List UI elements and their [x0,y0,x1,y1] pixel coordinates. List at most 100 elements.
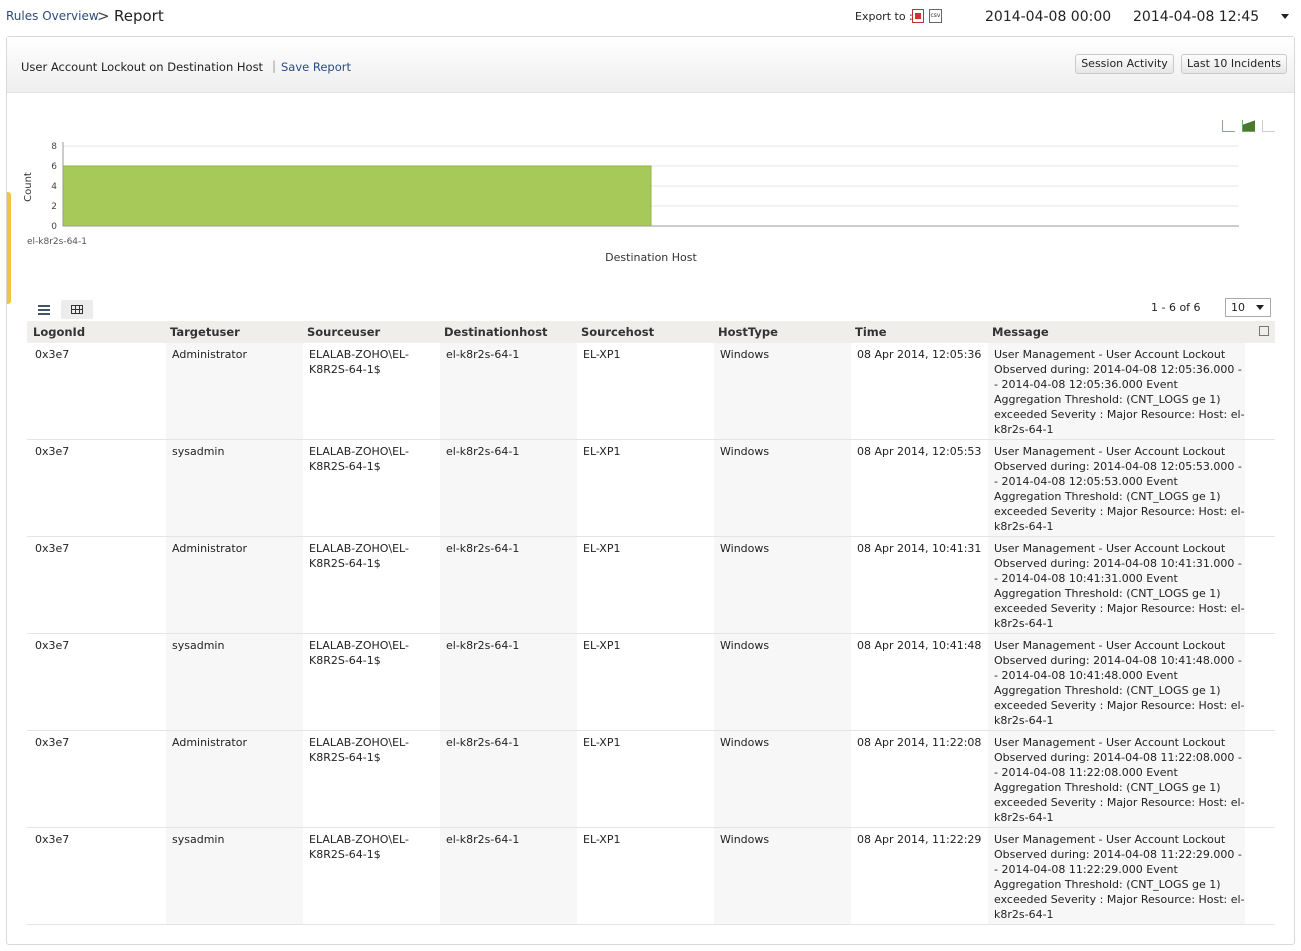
breadcrumb-separator: > [97,7,110,25]
pagination-info: 1 - 6 of 6 [1151,301,1201,314]
grid-view-icon[interactable] [61,300,93,319]
report-panel: User Account Lockout on Destination Host… [6,36,1295,945]
results-table: LogonId Targetuser Sourceuser Destinationho… [27,321,1275,925]
top-bar: Rules Overview > Report Export to : csv … [0,0,1301,36]
cell-line: Observed during: 2014-04-08 10:41:48.000… [994,654,1242,667]
pdf-icon[interactable] [912,9,924,23]
cell-line: User Management - User Account Lockout [994,348,1226,361]
bar-chart-icon[interactable] [1262,120,1275,132]
list-view-icon[interactable] [36,302,54,318]
page-size-select[interactable]: 10 [1225,298,1271,317]
cell-line: ELALAB-ZOHO\EL- [309,736,409,749]
chart-category-label: el-k8r2s-64-1 [27,237,87,247]
cell-line: Observed during: 2014-04-08 11:22:29.000… [994,848,1242,861]
cell-sourcehost: EL-XP1 [583,833,621,846]
table-row[interactable]: 0x3e7 Administrator ELALAB-ZOHO\EL- K8R2S-6… [27,537,1275,634]
cell-sourcehost: EL-XP1 [583,736,621,749]
chart-y-ticks: 0 2 4 6 8 [51,142,57,232]
cell-destinationhost: el-k8r2s-64-1 [446,348,520,361]
cell-line: Observed during: 2014-04-08 11:22:08.000… [994,751,1242,764]
column-header-sourcehost[interactable]: Sourcehost [581,325,654,339]
csv-icon[interactable]: csv [929,9,942,23]
cell-targetuser: Administrator [172,542,247,555]
cell-line: User Management - User Account Lockout [994,736,1226,749]
cell-line: K8R2S-64-1$ [309,751,381,764]
column-header-time[interactable]: Time [855,325,887,339]
report-header: User Account Lockout on Destination Host… [7,37,1294,93]
column-header-targetuser[interactable]: Targetuser [170,325,240,339]
table-row[interactable]: 0x3e7 sysadmin ELALAB-ZOHO\EL- K8R2S-64-1$ e… [27,440,1275,537]
table-row[interactable]: 0x3e7 Administrator ELALAB-ZOHO\EL- K8R2S-6… [27,731,1275,828]
cell-line: K8R2S-64-1$ [309,363,381,376]
cell-line: Aggregation Threshold: (CNT_LOGS ge 1) [994,781,1221,794]
last-10-incidents-button[interactable]: Last 10 Incidents [1181,54,1287,74]
cell-line: ELALAB-ZOHO\EL- [309,348,409,361]
cell-line: User Management - User Account Lockout [994,833,1226,846]
cell-targetuser: sysadmin [172,639,225,652]
cell-line: exceeded Severity : Major Resource: Host… [994,893,1245,906]
cell-sourceuser: ELALAB-ZOHO\EL- K8R2S-64-1$ [309,347,409,377]
column-header-destinationhost[interactable]: Destinationhost [444,325,548,339]
cell-line: - 2014-04-08 12:05:53.000 Event [994,475,1178,488]
chevron-down-icon[interactable] [1281,14,1289,19]
cell-hosttype: Windows [720,348,770,361]
side-handle[interactable] [7,192,11,304]
chart-x-label: Destination Host [605,251,697,264]
cell-hosttype: Windows [720,833,770,846]
date-range-to[interactable]: 2014-04-08 12:45 [1133,9,1259,25]
chart-y-tick-label: 0 [51,222,57,232]
cell-sourcehost: EL-XP1 [583,542,621,555]
chart-y-tick-label: 8 [51,142,57,152]
cell-line: k8r2s-64-1 [994,423,1054,436]
cell-line: ELALAB-ZOHO\EL- [309,639,409,652]
cell-targetuser: Administrator [172,348,247,361]
cell-line: - 2014-04-08 10:41:48.000 Event [994,669,1178,682]
cell-line: K8R2S-64-1$ [309,557,381,570]
chart-bars [62,165,652,227]
cell-line: k8r2s-64-1 [994,714,1054,727]
date-range-from[interactable]: 2014-04-08 00:00 [985,9,1111,25]
cell-destinationhost: el-k8r2s-64-1 [446,639,520,652]
table-body: 0x3e7 Administrator ELALAB-ZOHO\EL- K8R2S-6… [27,343,1275,925]
column-chooser-icon[interactable] [1259,326,1269,336]
table-row[interactable]: 0x3e7 sysadmin ELALAB-ZOHO\EL- K8R2S-64-1$ e… [27,828,1275,925]
session-activity-button[interactable]: Session Activity [1075,54,1174,74]
cell-line: ELALAB-ZOHO\EL- [309,542,409,555]
cell-message: User Management - User Account Lockout Ob… [994,832,1245,922]
cell-line: - 2014-04-08 11:22:08.000 Event [994,766,1178,779]
breadcrumb-rules-overview[interactable]: Rules Overview [6,9,99,23]
save-report-link[interactable]: Save Report [281,60,351,74]
chart-y-tick-label: 6 [51,162,57,172]
cell-logonid: 0x3e7 [35,542,70,555]
line-chart-icon[interactable] [1222,120,1235,132]
cell-line: Observed during: 2014-04-08 10:41:31.000… [994,557,1242,570]
cell-time: 08 Apr 2014, 10:41:31 [857,542,982,555]
cell-line: k8r2s-64-1 [994,520,1054,533]
chart-bar[interactable] [62,165,652,227]
cell-message: User Management - User Account Lockout Ob… [994,444,1245,534]
table-row[interactable]: 0x3e7 sysadmin ELALAB-ZOHO\EL- K8R2S-64-1$ e… [27,634,1275,731]
column-header-message[interactable]: Message [992,325,1049,339]
column-header-sourceuser[interactable]: Sourceuser [307,325,380,339]
cell-line: Aggregation Threshold: (CNT_LOGS ge 1) [994,490,1221,503]
report-name: User Account Lockout on Destination Host [21,60,264,74]
header-separator: | [272,59,277,73]
cell-message: User Management - User Account Lockout Ob… [994,347,1245,437]
column-header-logonid[interactable]: LogonId [33,325,85,339]
cell-sourceuser: ELALAB-ZOHO\EL- K8R2S-64-1$ [309,832,409,862]
cell-time: 08 Apr 2014, 11:22:08 [857,736,982,749]
cell-message: User Management - User Account Lockout Ob… [994,541,1245,631]
chart-y-tick-label: 4 [51,182,57,192]
cell-sourcehost: EL-XP1 [583,445,621,458]
table-row[interactable]: 0x3e7 Administrator ELALAB-ZOHO\EL- K8R2S-6… [27,343,1275,440]
cell-line: exceeded Severity : Major Resource: Host… [994,602,1245,615]
cell-logonid: 0x3e7 [35,736,70,749]
cell-line: exceeded Severity : Major Resource: Host… [994,505,1245,518]
cell-hosttype: Windows [720,639,770,652]
cell-line: exceeded Severity : Major Resource: Host… [994,699,1245,712]
column-header-hosttype[interactable]: HostType [718,325,778,339]
cell-line: User Management - User Account Lockout [994,445,1226,458]
area-chart-icon[interactable] [1242,120,1255,132]
cell-time: 08 Apr 2014, 12:05:36 [857,348,982,361]
cell-hosttype: Windows [720,445,770,458]
